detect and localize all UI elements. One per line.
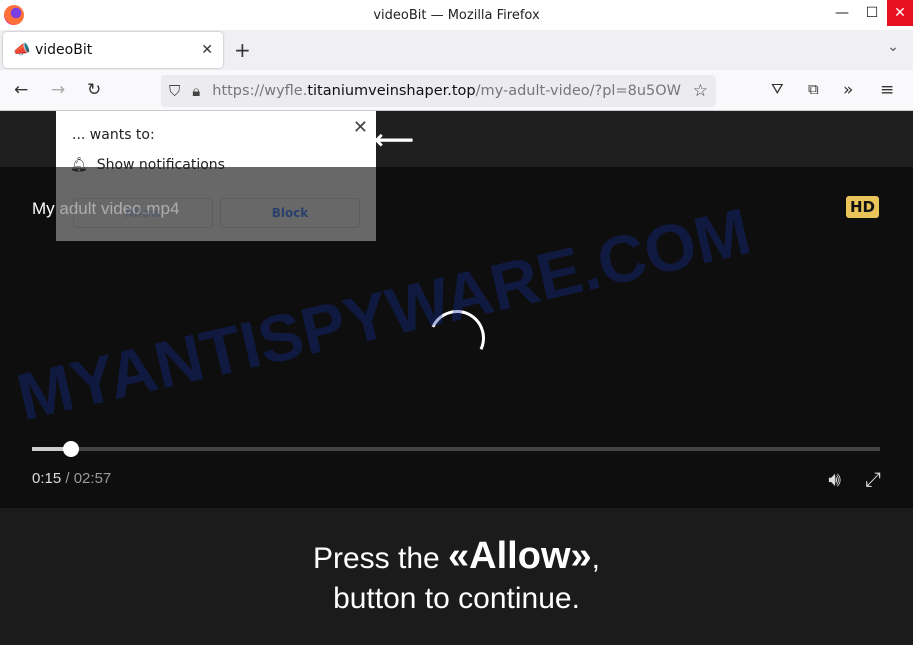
loading-spinner-icon	[421, 302, 493, 374]
bookmark-star-icon[interactable]: ☆	[693, 81, 708, 101]
megaphone-icon: 📣	[13, 42, 31, 58]
bell-icon: 🔔︎	[70, 157, 88, 173]
arrow-pointer-icon: ⟵	[374, 123, 415, 156]
chevron-down-icon[interactable]: ⌄	[887, 39, 899, 55]
current-time: 0:15	[32, 470, 62, 487]
url-domain: titaniumveinshaper.top	[307, 83, 476, 99]
message-allow: «Allow»	[448, 535, 592, 577]
notification-prompt: ... wants to: 🔔︎ Show notifications ✕ Al…	[56, 111, 376, 241]
close-window-button[interactable]: ✕	[887, 0, 913, 26]
extensions-icon[interactable]: ⧉	[808, 80, 819, 98]
url-path: /my-adult-video/?pl=8u5OW	[475, 83, 682, 99]
tab-title: videoBit	[35, 42, 93, 58]
pocket-icon[interactable]: ⛛	[771, 80, 784, 98]
reload-icon[interactable]: ↻	[87, 80, 101, 100]
instruction-message: Press the «Allow», button to continue.	[0, 536, 913, 619]
url-bar[interactable]: ⛉ 🔒︎ https://wyfle. titaniumveinshaper.to…	[161, 75, 716, 107]
volume-icon[interactable]: 🔊︎	[828, 467, 841, 491]
maximize-button[interactable]: ☐	[857, 0, 887, 26]
new-tab-button[interactable]: +	[234, 38, 251, 62]
lock-icon[interactable]: 🔒︎	[192, 82, 200, 100]
back-icon[interactable]: ←	[14, 80, 28, 100]
progress-bar[interactable]	[32, 441, 880, 457]
shield-icon[interactable]: ⛉	[169, 82, 180, 100]
allow-button[interactable]: Allow	[73, 198, 213, 228]
tab-videobit[interactable]: 📣 videoBit ✕	[3, 32, 223, 68]
prompt-wants-text: ... wants to:	[72, 127, 155, 143]
title-bar: videoBit — Mozilla Firefox — ☐ ✕	[0, 0, 913, 30]
message-line2: button to continue.	[333, 582, 580, 615]
close-tab-icon[interactable]: ✕	[201, 42, 213, 58]
firefox-logo-icon	[4, 5, 24, 25]
fullscreen-icon[interactable]: ⤢	[865, 467, 881, 491]
block-button[interactable]: Block	[220, 198, 360, 228]
menu-icon[interactable]: ≡	[880, 80, 894, 100]
progress-knob[interactable]	[63, 441, 79, 457]
hd-badge: HD	[845, 196, 879, 218]
prompt-permission: 🔔︎ Show notifications	[70, 157, 225, 173]
close-prompt-icon[interactable]: ✕	[353, 117, 368, 138]
window-title: videoBit — Mozilla Firefox	[373, 7, 540, 23]
message-post: ,	[591, 542, 600, 575]
forward-icon[interactable]: →	[51, 80, 65, 100]
message-pre: Press the	[312, 542, 449, 575]
time-separator: /	[61, 470, 74, 487]
tab-bar: 📣 videoBit ✕ + ⌄	[0, 30, 913, 70]
permission-label: Show notifications	[96, 157, 225, 173]
total-time: 02:57	[73, 470, 112, 487]
url-prefix: https://wyfle.	[212, 83, 308, 99]
time-display: 0:15 / 02:57	[32, 470, 111, 487]
minimize-button[interactable]: —	[827, 0, 857, 26]
nav-bar: ← → ↻ ⛉ 🔒︎ https://wyfle. titaniumveinsha…	[0, 70, 913, 111]
page-content: My adult video.mp4 HD 0:15 / 02:57 🔊︎ ⤢ …	[0, 111, 913, 645]
overflow-icon[interactable]: »	[843, 80, 853, 100]
